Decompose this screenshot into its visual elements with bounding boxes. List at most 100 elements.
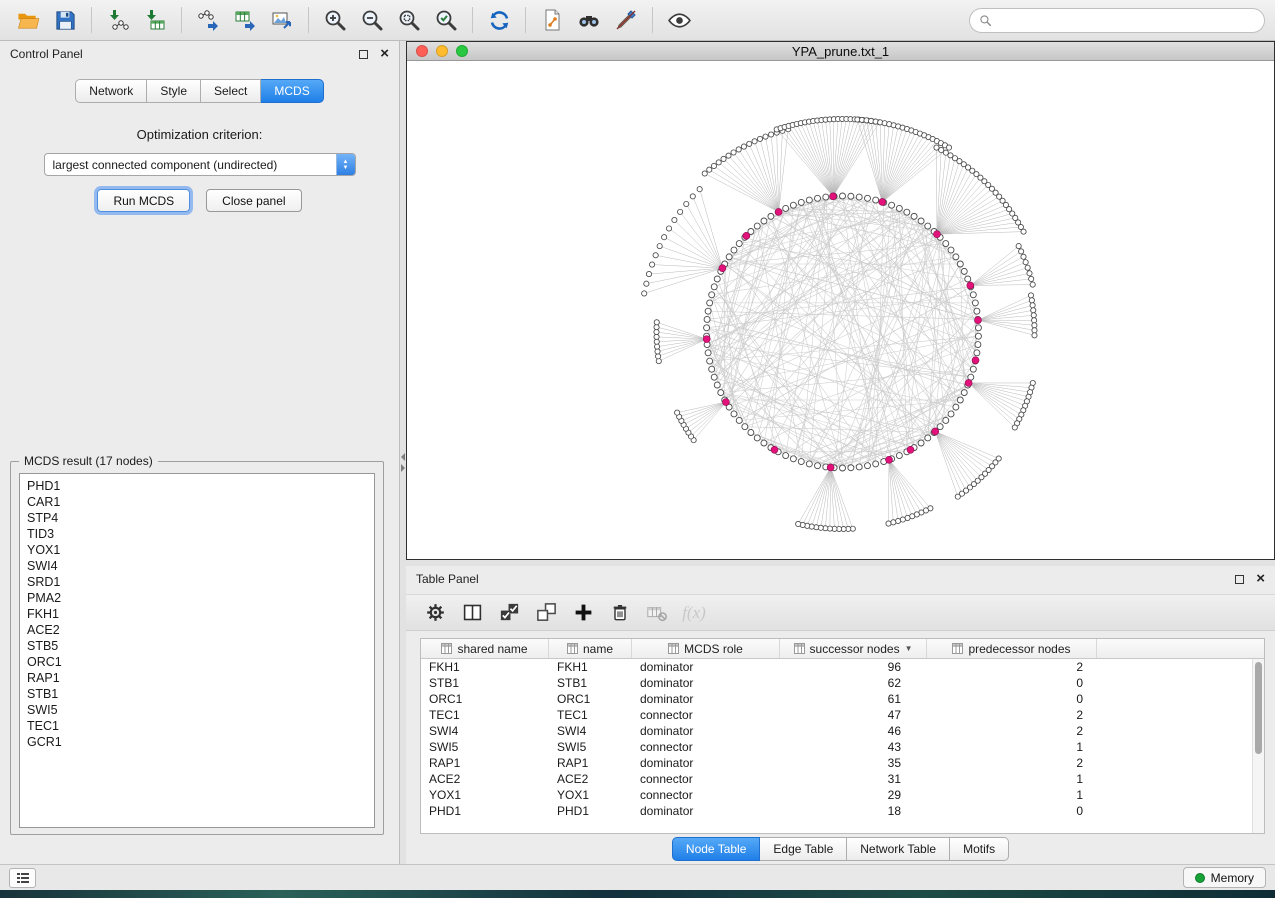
zoom-selected-icon[interactable]	[428, 4, 464, 36]
mcds-result-list[interactable]: PHD1CAR1STP4TID3YOX1SWI4SRD1PMA2FKH1ACE2…	[19, 473, 375, 828]
splitter-collapse-icon[interactable]	[400, 451, 406, 473]
float-panel-icon[interactable]	[359, 50, 368, 59]
result-item[interactable]: GCR1	[27, 734, 374, 750]
table-tab-motifs[interactable]: Motifs	[950, 837, 1009, 861]
find-icon[interactable]	[571, 4, 607, 36]
apply-layout-icon[interactable]	[481, 4, 517, 36]
dropdown-stepper-icon[interactable]: ▲▼	[336, 154, 355, 175]
close-panel-icon[interactable]: ×	[1256, 574, 1265, 584]
column-header-name[interactable]: name	[549, 639, 632, 658]
search-input[interactable]	[998, 13, 1255, 27]
scrollbar-thumb[interactable]	[1255, 662, 1262, 754]
close-window-icon[interactable]	[416, 45, 428, 57]
deselect-all-icon[interactable]	[531, 598, 561, 628]
tab-select[interactable]: Select	[201, 79, 261, 103]
tab-mcds[interactable]: MCDS	[261, 79, 323, 103]
table-row[interactable]: FKH1FKH1dominator962	[421, 659, 1264, 675]
float-panel-icon[interactable]	[1235, 575, 1244, 584]
network-titlebar[interactable]: YPA_prune.txt_1	[407, 42, 1274, 61]
result-item[interactable]: RAP1	[27, 670, 374, 686]
table-tab-network-table[interactable]: Network Table	[847, 837, 950, 861]
zoom-out-icon[interactable]	[354, 4, 390, 36]
table-row[interactable]: TEC1TEC1connector472	[421, 707, 1264, 723]
clone-network-icon[interactable]	[534, 4, 570, 36]
result-item[interactable]: STB5	[27, 638, 374, 654]
column-type-icon	[794, 643, 805, 654]
result-item[interactable]: STB1	[27, 686, 374, 702]
table-row[interactable]: RAP1RAP1dominator352	[421, 755, 1264, 771]
export-image-icon[interactable]	[264, 4, 300, 36]
column-header-successor-nodes[interactable]: successor nodes▼	[780, 639, 927, 658]
result-item[interactable]: TEC1	[27, 718, 374, 734]
table-row[interactable]: SWI4SWI4dominator462	[421, 723, 1264, 739]
export-table-icon[interactable]	[227, 4, 263, 36]
tab-style[interactable]: Style	[147, 79, 201, 103]
toolbar-separator	[91, 7, 92, 33]
optimization-dropdown[interactable]: largest connected component (undirected)…	[44, 153, 356, 176]
tab-network[interactable]: Network	[75, 79, 147, 103]
search-box[interactable]	[969, 8, 1265, 33]
table-cell: SWI4	[421, 724, 549, 738]
table-row[interactable]: YOX1YOX1connector291	[421, 787, 1264, 803]
clear-table-icon	[642, 598, 672, 628]
import-table-icon[interactable]	[137, 4, 173, 36]
table-cell: ORC1	[549, 692, 632, 706]
run-mcds-button[interactable]: Run MCDS	[97, 189, 190, 212]
import-network-icon[interactable]	[100, 4, 136, 36]
table-cell: ACE2	[549, 772, 632, 786]
result-item[interactable]: ORC1	[27, 654, 374, 670]
table-scrollbar[interactable]	[1252, 659, 1264, 833]
delete-columns-icon[interactable]	[605, 598, 635, 628]
table-tab-edge-table[interactable]: Edge Table	[760, 837, 847, 861]
result-item[interactable]: TID3	[27, 526, 374, 542]
task-history-button[interactable]	[9, 868, 36, 888]
table-row[interactable]: PHD1PHD1dominator180	[421, 803, 1264, 819]
result-item[interactable]: STP4	[27, 510, 374, 526]
close-panel-icon[interactable]: ×	[380, 49, 389, 59]
maximize-window-icon[interactable]	[456, 45, 468, 57]
table-cell: ORC1	[421, 692, 549, 706]
table-cell: 2	[927, 724, 1097, 738]
table-cell: YOX1	[421, 788, 549, 802]
settings-icon[interactable]	[420, 598, 450, 628]
column-type-icon	[952, 643, 963, 654]
sort-descending-icon[interactable]: ▼	[905, 644, 913, 653]
table-tab-node-table[interactable]: Node Table	[672, 837, 761, 861]
table-cell: RAP1	[421, 756, 549, 770]
column-header-predecessor-nodes[interactable]: predecessor nodes	[927, 639, 1097, 658]
zoom-fit-icon[interactable]	[391, 4, 427, 36]
open-icon[interactable]	[10, 4, 46, 36]
split-panel-icon[interactable]	[457, 598, 487, 628]
result-item[interactable]: SWI4	[27, 558, 374, 574]
table-row[interactable]: ORC1ORC1dominator610	[421, 691, 1264, 707]
result-item[interactable]: SRD1	[27, 574, 374, 590]
result-item[interactable]: FKH1	[27, 606, 374, 622]
add-column-icon[interactable]	[568, 598, 598, 628]
table-row[interactable]: ACE2ACE2connector311	[421, 771, 1264, 787]
network-canvas[interactable]	[407, 61, 1274, 559]
close-panel-button[interactable]: Close panel	[206, 189, 301, 212]
node-table: shared namenameMCDS rolesuccessor nodes▼…	[420, 638, 1265, 834]
result-item[interactable]: PMA2	[27, 590, 374, 606]
table-row[interactable]: SWI5SWI5connector431	[421, 739, 1264, 755]
show-hide-details-icon[interactable]	[661, 4, 697, 36]
column-header-shared-name[interactable]: shared name	[421, 639, 549, 658]
zoom-in-icon[interactable]	[317, 4, 353, 36]
table-row[interactable]: STB1STB1dominator620	[421, 675, 1264, 691]
graphics-details-icon[interactable]	[608, 4, 644, 36]
table-cell: TEC1	[421, 708, 549, 722]
select-all-icon[interactable]	[494, 598, 524, 628]
table-cell: RAP1	[549, 756, 632, 770]
memory-button[interactable]: Memory	[1183, 867, 1266, 888]
result-item[interactable]: YOX1	[27, 542, 374, 558]
optimization-label: Optimization criterion:	[0, 127, 399, 142]
result-item[interactable]: SWI5	[27, 702, 374, 718]
save-icon[interactable]	[47, 4, 83, 36]
table-cell: 0	[927, 804, 1097, 818]
result-item[interactable]: PHD1	[27, 478, 374, 494]
export-network-icon[interactable]	[190, 4, 226, 36]
column-header-MCDS-role[interactable]: MCDS role	[632, 639, 780, 658]
minimize-window-icon[interactable]	[436, 45, 448, 57]
result-item[interactable]: CAR1	[27, 494, 374, 510]
result-item[interactable]: ACE2	[27, 622, 374, 638]
